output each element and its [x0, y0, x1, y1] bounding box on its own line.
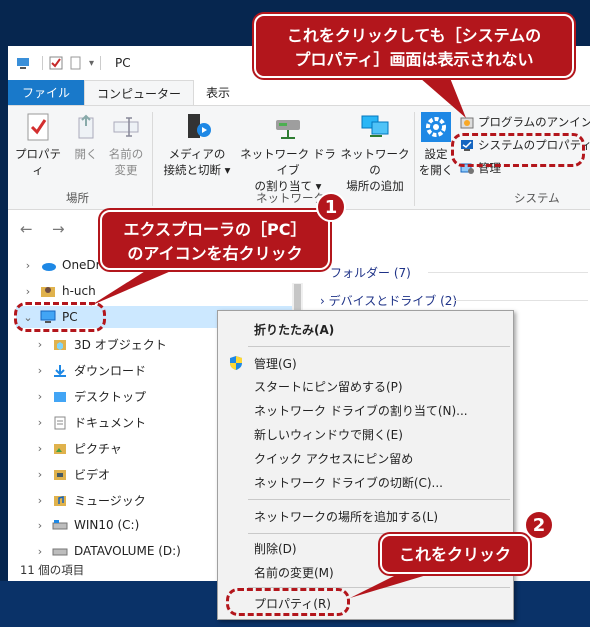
callout-step2: これをクリック — [380, 534, 530, 574]
callout-step1-line-1: エクスプローラの［PC］ — [123, 220, 307, 239]
callout-top-line-2: プロパティ］画面は表示されない — [294, 50, 534, 69]
callout-step1-line-2: のアイコンを右クリック — [127, 244, 303, 263]
highlight-system-properties — [451, 133, 585, 167]
step1-badge: 1 — [316, 192, 346, 222]
highlight-pc — [14, 302, 106, 332]
callout-top: これをクリックしても［システムの プロパティ］画面は表示されない — [254, 14, 574, 78]
step1-callout-pointer — [90, 268, 178, 306]
step2-callout-pointer — [350, 574, 430, 598]
highlight-properties-menu — [226, 588, 350, 616]
callout-top-line-1: これをクリックしても［システムの — [286, 26, 542, 45]
callout-step1: エクスプローラの［PC］ のアイコンを右クリック — [100, 210, 330, 270]
step2-badge: 2 — [524, 510, 554, 540]
callout-step2-text: これをクリック — [398, 545, 511, 564]
top-callout-pointer — [420, 78, 466, 118]
